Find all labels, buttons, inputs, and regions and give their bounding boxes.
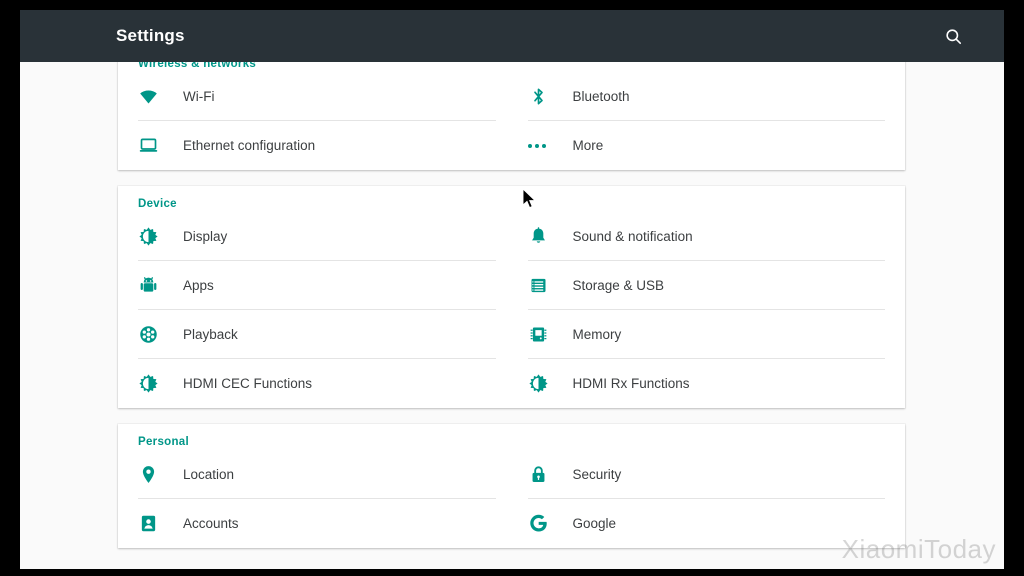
settings-column-left: Display Apps Playback HDMI CEC Functions (118, 212, 512, 408)
settings-row-apps[interactable]: Apps (138, 261, 496, 310)
search-icon[interactable] (936, 19, 970, 53)
settings-row-label: HDMI CEC Functions (172, 376, 312, 391)
app-viewport: Settings Wireless & networks Wi-Fi Etherne… (20, 10, 1004, 569)
location-pin-icon (138, 462, 172, 486)
android-robot-icon (138, 273, 172, 297)
settings-column-left: Location Accounts (118, 450, 512, 548)
settings-row-label: Apps (172, 278, 214, 293)
settings-row-accounts[interactable]: Accounts (138, 499, 496, 548)
settings-row-label: Ethernet configuration (172, 138, 315, 153)
page-title: Settings (116, 26, 936, 46)
section-header: Device (118, 186, 905, 212)
settings-row-hdmi-cec-functions[interactable]: HDMI CEC Functions (138, 359, 496, 408)
screen: Settings Wireless & networks Wi-Fi Etherne… (0, 0, 1024, 576)
settings-row-security[interactable]: Security (528, 450, 886, 499)
settings-card-wireless-networks: Wireless & networks Wi-Fi Ethernet configu… (118, 62, 905, 170)
settings-row-hdmi-rx-functions[interactable]: HDMI Rx Functions (528, 359, 886, 408)
settings-column-right: Bluetooth More (512, 72, 906, 170)
settings-column-right: Sound & notification Storage & USB Memory H… (512, 212, 906, 408)
section-header: Personal (118, 424, 905, 450)
settings-row-label: Google (562, 516, 617, 531)
brightness-icon (138, 372, 172, 396)
settings-scroll-area[interactable]: Wireless & networks Wi-Fi Ethernet configu… (20, 62, 1004, 569)
settings-card-device: Device Display Apps Playback HDMI CEC Functi… (118, 186, 905, 408)
settings-row-label: Accounts (172, 516, 239, 531)
settings-row-label: Display (172, 229, 227, 244)
settings-row-more[interactable]: More (528, 121, 886, 170)
wifi-icon (138, 84, 172, 108)
settings-column-left: Wi-Fi Ethernet configuration (118, 72, 512, 170)
section-columns: Location Accounts Security Google (118, 450, 905, 548)
brightness-icon (138, 224, 172, 248)
settings-row-bluetooth[interactable]: Bluetooth (528, 72, 886, 121)
settings-row-sound-notification[interactable]: Sound & notification (528, 212, 886, 261)
settings-row-label: Bluetooth (562, 89, 630, 104)
settings-card-personal: Personal Location Accounts Security Google (118, 424, 905, 548)
settings-row-ethernet-configuration[interactable]: Ethernet configuration (138, 121, 496, 170)
settings-row-location[interactable]: Location (138, 450, 496, 499)
account-card-icon (138, 512, 172, 536)
section-columns: Display Apps Playback HDMI CEC Functions Sou… (118, 212, 905, 408)
lock-icon (528, 462, 562, 486)
settings-row-storage-usb[interactable]: Storage & USB (528, 261, 886, 310)
settings-row-label: Memory (562, 327, 622, 342)
settings-row-label: HDMI Rx Functions (562, 376, 690, 391)
film-reel-icon (138, 322, 172, 346)
settings-row-label: Playback (172, 327, 238, 342)
settings-row-label: Security (562, 467, 622, 482)
settings-row-playback[interactable]: Playback (138, 310, 496, 359)
bell-icon (528, 224, 562, 248)
more-dots-icon (528, 134, 562, 158)
section-columns: Wi-Fi Ethernet configuration Bluetooth More (118, 72, 905, 170)
settings-row-label: Wi-Fi (172, 89, 214, 104)
memory-chip-icon (528, 322, 562, 346)
settings-row-label: Location (172, 467, 234, 482)
settings-row-wi-fi[interactable]: Wi-Fi (138, 72, 496, 121)
settings-row-google[interactable]: Google (528, 499, 886, 548)
app-bar: Settings (20, 10, 1004, 62)
storage-icon (528, 273, 562, 297)
settings-row-label: Storage & USB (562, 278, 665, 293)
laptop-icon (138, 134, 172, 158)
settings-row-memory[interactable]: Memory (528, 310, 886, 359)
settings-row-label: More (562, 138, 604, 153)
google-g-icon (528, 512, 562, 536)
brightness-icon (528, 372, 562, 396)
section-header: Wireless & networks (118, 62, 905, 72)
bluetooth-icon (528, 84, 562, 108)
watermark: XiaomiToday (842, 534, 996, 565)
settings-row-label: Sound & notification (562, 229, 693, 244)
settings-row-display[interactable]: Display (138, 212, 496, 261)
